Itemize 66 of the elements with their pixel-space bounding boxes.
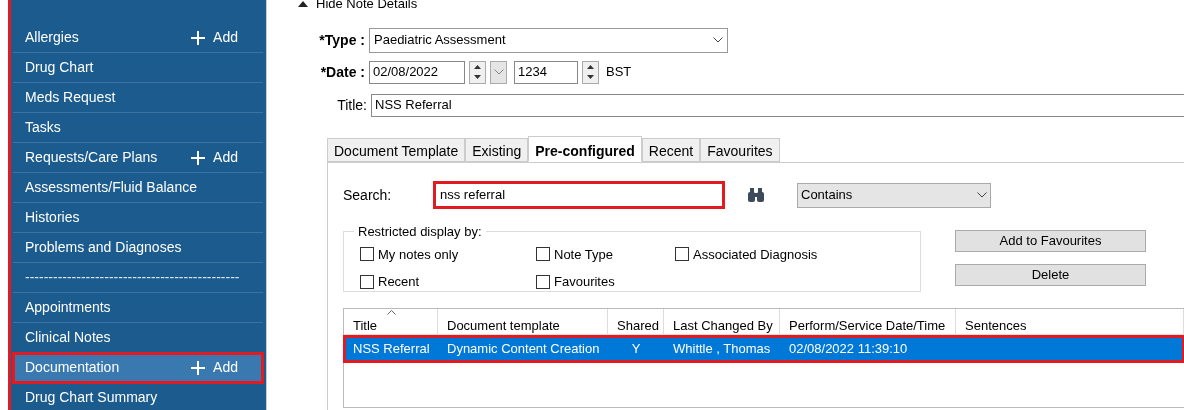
sidebar-item[interactable]: Documentation Add [13, 353, 263, 383]
add-link[interactable]: Add [213, 27, 238, 48]
plus-icon [191, 30, 206, 45]
sidebar-item[interactable]: Appointments [13, 293, 263, 323]
add-link[interactable]: Add [213, 357, 238, 378]
table-cell-text: Y [630, 340, 642, 359]
plus-icon [191, 360, 206, 375]
chevron-down-icon [713, 37, 723, 43]
sidebar-item[interactable]: Problems and Diagnoses [13, 233, 263, 263]
type-select[interactable]: Paediatric Assessment [369, 27, 728, 53]
sidebar-item[interactable]: Assessments/Fluid Balance [13, 173, 263, 203]
tab[interactable]: Recent [641, 138, 701, 162]
checkbox[interactable] [536, 274, 550, 289]
sidebar-item[interactable]: Meds Request [13, 83, 263, 113]
sidebar-item[interactable]: Allergies Add [13, 23, 263, 53]
checkbox[interactable] [360, 247, 374, 262]
title-field[interactable]: NSS Referral [371, 93, 1184, 117]
tab[interactable]: Existing [465, 138, 529, 162]
column-header[interactable]: Title [344, 309, 438, 334]
timezone-label: BST [606, 63, 632, 82]
checkbox[interactable] [536, 247, 550, 262]
column-header[interactable]: Last Changed By [664, 309, 780, 334]
match-mode-select[interactable]: Contains [797, 182, 991, 208]
checkbox-label: Favourites [554, 273, 615, 291]
type-label: *Type : [318, 30, 366, 50]
sidebar-item[interactable]: Drug Chart Summary [13, 383, 263, 410]
table-cell-text: NSS Referral [352, 340, 431, 359]
time-field[interactable]: 1234 [514, 60, 578, 84]
table-row[interactable]: NSS Referral Dynamic Content Creation Y Whittle , Thomas 02/08/2022 11:39:10 [344, 336, 1184, 362]
search-label: Search: [343, 185, 393, 205]
collapse-arrow-icon[interactable] [298, 1, 308, 7]
checkbox[interactable] [360, 274, 374, 289]
sidebar-item[interactable]: Drug Chart [13, 53, 263, 83]
spin-buttons[interactable] [469, 60, 486, 84]
chevron-down-icon [977, 192, 987, 198]
binoculars-icon[interactable] [747, 188, 765, 202]
table-cell-text: Dynamic Content Creation [446, 340, 601, 359]
action-button[interactable]: Add to Favourites [955, 230, 1146, 252]
action-button[interactable]: Delete [955, 264, 1146, 286]
table-cell-text: Whittle , Thomas [672, 340, 772, 359]
column-header[interactable]: Shared [608, 309, 664, 334]
checkbox-label: My notes only [378, 245, 459, 264]
column-header[interactable]: Perform/Service Date/Time [780, 309, 956, 334]
sidebar-item[interactable]: Requests/Care Plans Add [13, 143, 263, 173]
table-cell-text: 02/08/2022 11:39:10 [788, 340, 909, 359]
checkbox-label: Associated Diagnosis [693, 245, 818, 264]
tab[interactable]: Document Template [327, 138, 466, 162]
date-field[interactable]: 02/08/2022 [369, 60, 465, 84]
checkbox-label: Note Type [554, 245, 614, 264]
sidebar-item[interactable]: Tasks [13, 113, 263, 143]
tab[interactable]: Pre-configured [528, 136, 642, 162]
group-legend: Restricted display by: [354, 222, 486, 242]
column-header[interactable]: Document template [438, 309, 608, 334]
plus-icon [191, 150, 206, 165]
date-label: *Date : [319, 62, 365, 82]
chevron-down-icon [493, 69, 504, 75]
add-link[interactable]: Add [213, 147, 238, 168]
checkbox[interactable] [675, 247, 689, 262]
checkbox-label: Recent [378, 273, 420, 291]
sidebar-separator: ---------------------------------------------- [13, 263, 263, 293]
column-header[interactable]: Sentences [956, 309, 1184, 334]
tab[interactable]: Favourites [700, 138, 780, 162]
title-label: Title: [336, 95, 368, 115]
search-field[interactable]: nss referral [433, 181, 725, 209]
spin-buttons[interactable] [582, 60, 599, 84]
sidebar-item[interactable]: Histories [13, 203, 263, 233]
